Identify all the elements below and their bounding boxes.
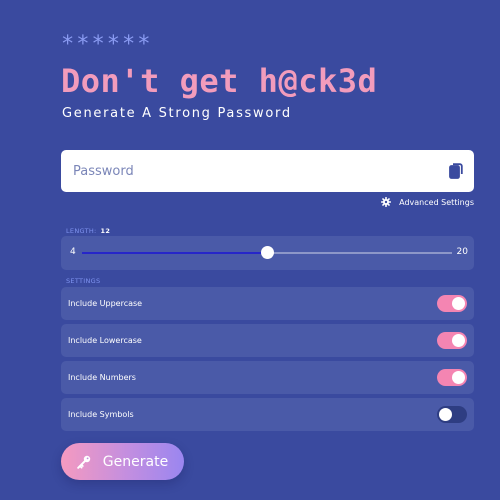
generate-label: Generate [102, 453, 169, 470]
slider-max-label: 20 [456, 247, 468, 257]
uppercase-toggle[interactable] [437, 295, 467, 312]
setting-label: Include Lowercase [68, 336, 142, 345]
length-label: LENGTH: 12 [66, 227, 110, 235]
copy-icon[interactable] [448, 162, 464, 180]
numbers-toggle[interactable] [437, 369, 467, 386]
toggle-knob [439, 408, 452, 421]
toggle-knob [452, 297, 465, 310]
page-title: Don't get h@ck3d [61, 62, 378, 100]
setting-label: Include Uppercase [68, 299, 143, 308]
gear-icon [381, 197, 392, 207]
advanced-settings-link[interactable]: Advanced Settings [381, 197, 474, 207]
toggle-knob [452, 334, 465, 347]
setting-lowercase: Include Lowercase [61, 324, 474, 357]
length-value: 12 [100, 227, 111, 235]
settings-section-label: SETTINGS [66, 277, 101, 285]
setting-numbers: Include Numbers [61, 361, 474, 394]
setting-label: Include Symbols [68, 410, 134, 419]
setting-uppercase: Include Uppercase [61, 287, 474, 320]
slider-thumb[interactable] [260, 246, 274, 259]
toggle-knob [452, 371, 465, 384]
length-slider-panel: 4 20 [61, 236, 474, 270]
setting-symbols: Include Symbols [61, 398, 474, 431]
generate-button[interactable]: Generate [61, 443, 184, 480]
key-icon [76, 455, 91, 469]
slider-fill [82, 251, 267, 254]
decorative-stars: ****** [61, 32, 153, 57]
setting-label: Include Numbers [68, 373, 136, 382]
advanced-settings-label: Advanced Settings [399, 197, 474, 207]
symbols-toggle[interactable] [437, 406, 467, 423]
password-field-container [61, 150, 474, 192]
length-label-text: LENGTH: [66, 227, 97, 235]
length-slider[interactable] [82, 246, 452, 259]
slider-min-label: 4 [70, 247, 76, 257]
lowercase-toggle[interactable] [437, 332, 467, 349]
password-input[interactable] [73, 163, 448, 179]
page-subtitle: Generate A Strong Password [62, 106, 292, 121]
